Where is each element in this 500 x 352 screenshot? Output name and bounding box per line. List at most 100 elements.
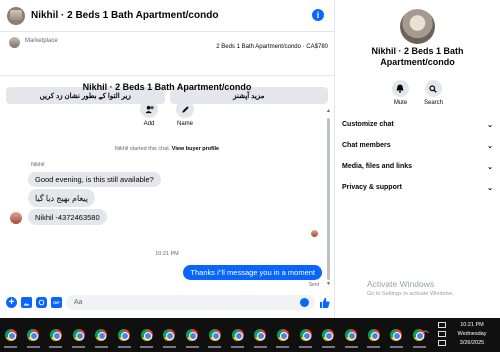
search-button[interactable]: Search (424, 80, 443, 106)
image-icon[interactable] (21, 297, 32, 308)
taskbar-chrome-window[interactable] (160, 322, 179, 348)
taskbar-chrome-window[interactable] (92, 322, 111, 348)
chrome-icon (299, 329, 312, 341)
sender-avatar[interactable] (10, 212, 22, 224)
media-files-links-item[interactable]: Media, files and links ⌄ (341, 156, 493, 177)
taskbar-chrome-window[interactable] (46, 322, 65, 348)
incoming-message[interactable]: Good evening, is this still available? (28, 172, 161, 187)
marketplace-banner: Marketplace 2 Beds 1 Bath Apartment/cond… (0, 33, 334, 104)
activate-windows-subtitle: Go to Settings to activate Windows. (367, 291, 454, 297)
system-tray (438, 322, 451, 348)
window-open-indicator (4, 346, 17, 348)
message-input[interactable]: Aa (66, 295, 315, 310)
details-title: Nikhil · 2 Beds 1 Bath Apartment/condo (371, 46, 464, 67)
chrome-icon (390, 329, 403, 341)
chrome-icon (345, 329, 357, 341)
chrome-icon (140, 329, 153, 341)
taskbar-chrome-window[interactable] (296, 322, 315, 348)
chat-members-item[interactable]: Chat members ⌄ (341, 135, 493, 156)
privacy-support-item[interactable]: Privacy & support ⌄ (341, 177, 493, 198)
conversation-title[interactable]: Nikhil · 2 Beds 1 Bath Apartment/condo (31, 10, 218, 21)
thumbs-up-icon[interactable] (319, 296, 330, 308)
incoming-message[interactable]: پیغام بھیج دیا گیا (28, 189, 95, 207)
scroll-down-arrow-icon[interactable]: ▼ (326, 281, 331, 287)
taskbar-chrome-window[interactable] (205, 322, 224, 348)
network-icon[interactable] (438, 322, 446, 328)
taskbar-chrome-window[interactable] (319, 322, 338, 348)
sticker-icon[interactable] (36, 297, 47, 308)
name-button[interactable]: Name (176, 100, 194, 127)
window-open-indicator (321, 346, 335, 348)
taskbar-chrome-window[interactable] (115, 322, 134, 348)
menu-item-label: Media, files and links (342, 163, 413, 170)
scrollbar-thumb[interactable] (327, 118, 330, 280)
chevron-down-icon: ⌄ (487, 184, 493, 192)
activate-windows-watermark: Activate Windows Go to Settings to activ… (367, 279, 454, 297)
sent-status: Sent (308, 282, 319, 288)
chevron-down-icon: ⌄ (487, 163, 493, 171)
intro-actions: Add Name (0, 100, 334, 127)
chrome-icon (276, 329, 289, 341)
clock-time: 10:21 PM (460, 322, 484, 328)
window-open-indicator (208, 346, 222, 348)
taskbar-chrome-window[interactable] (183, 322, 202, 348)
display-icon[interactable] (438, 331, 446, 337)
taskbar-chrome-window[interactable] (137, 322, 156, 348)
conversation-avatar[interactable] (7, 6, 25, 25)
incoming-message[interactable]: Nikhil -4372463580 (28, 209, 107, 225)
taskbar-chrome-window[interactable] (24, 322, 43, 348)
scroll-up-arrow-icon[interactable]: ▲ (326, 108, 331, 114)
window-open-indicator (367, 346, 381, 348)
taskbar-chrome-window[interactable] (69, 322, 88, 348)
search-icon (424, 80, 442, 97)
mute-button[interactable]: Mute (391, 80, 409, 106)
chrome-icon (4, 329, 17, 341)
customize-chat-item[interactable]: Customize chat ⌄ (341, 114, 493, 135)
listing-title-price[interactable]: 2 Beds 1 Bath Apartment/condo · CA$780 (216, 44, 328, 50)
add-person-icon (140, 100, 158, 118)
window-open-indicator (162, 346, 176, 348)
chrome-icon (186, 329, 199, 341)
message-thread[interactable]: Nikhil · 2 Beds 1 Bath Apartment/condo A… (0, 76, 334, 288)
taskbar-chrome-window[interactable] (273, 322, 292, 348)
emoji-icon[interactable] (300, 298, 309, 307)
chrome-icon (49, 329, 62, 341)
window-open-indicator (140, 346, 154, 348)
taskbar-chrome-window[interactable] (342, 322, 361, 348)
listing-thumbnail[interactable] (9, 37, 20, 48)
volume-icon[interactable] (438, 340, 446, 346)
add-label: Add (143, 121, 155, 127)
mute-label: Mute (393, 100, 408, 106)
taskbar (0, 318, 500, 352)
chrome-icon (27, 329, 40, 341)
chevron-down-icon: ⌄ (487, 121, 493, 129)
chrome-icon (95, 329, 108, 341)
bell-icon (391, 80, 409, 97)
chat-started-text: Nikhil started this chat. (114, 146, 171, 152)
add-button[interactable]: Add (140, 100, 158, 127)
clock-day: Wednesday (457, 331, 487, 337)
taskbar-chrome-window[interactable] (251, 322, 270, 348)
outgoing-message[interactable]: Thanks i''ll message you in a moment (183, 265, 322, 280)
view-buyer-profile-link[interactable]: View buyer profile (172, 146, 219, 152)
taskbar-chrome-window[interactable] (1, 322, 20, 348)
chrome-icon (254, 329, 267, 341)
show-hidden-icons-icon[interactable]: ︿ (422, 325, 429, 335)
window-open-indicator (72, 346, 86, 348)
chrome-icon (367, 329, 380, 341)
taskbar-chrome-window[interactable] (228, 322, 247, 348)
window-open-indicator (344, 346, 358, 348)
info-icon[interactable]: i (312, 9, 324, 21)
window-open-indicator (299, 346, 313, 348)
chrome-icon (208, 329, 221, 341)
gif-icon[interactable]: GIF (51, 297, 62, 308)
chrome-icon (163, 329, 176, 341)
chevron-down-icon: ⌄ (487, 142, 493, 150)
conversation-large-avatar[interactable] (400, 9, 435, 44)
window-open-indicator (185, 346, 199, 348)
taskbar-chrome-window[interactable] (387, 322, 406, 348)
taskbar-clock[interactable]: 10:21 PM Wednesday 3/26/2025 (452, 321, 492, 348)
chrome-icon (118, 329, 130, 341)
taskbar-chrome-window[interactable] (364, 322, 383, 348)
plus-icon[interactable]: + (6, 297, 17, 308)
